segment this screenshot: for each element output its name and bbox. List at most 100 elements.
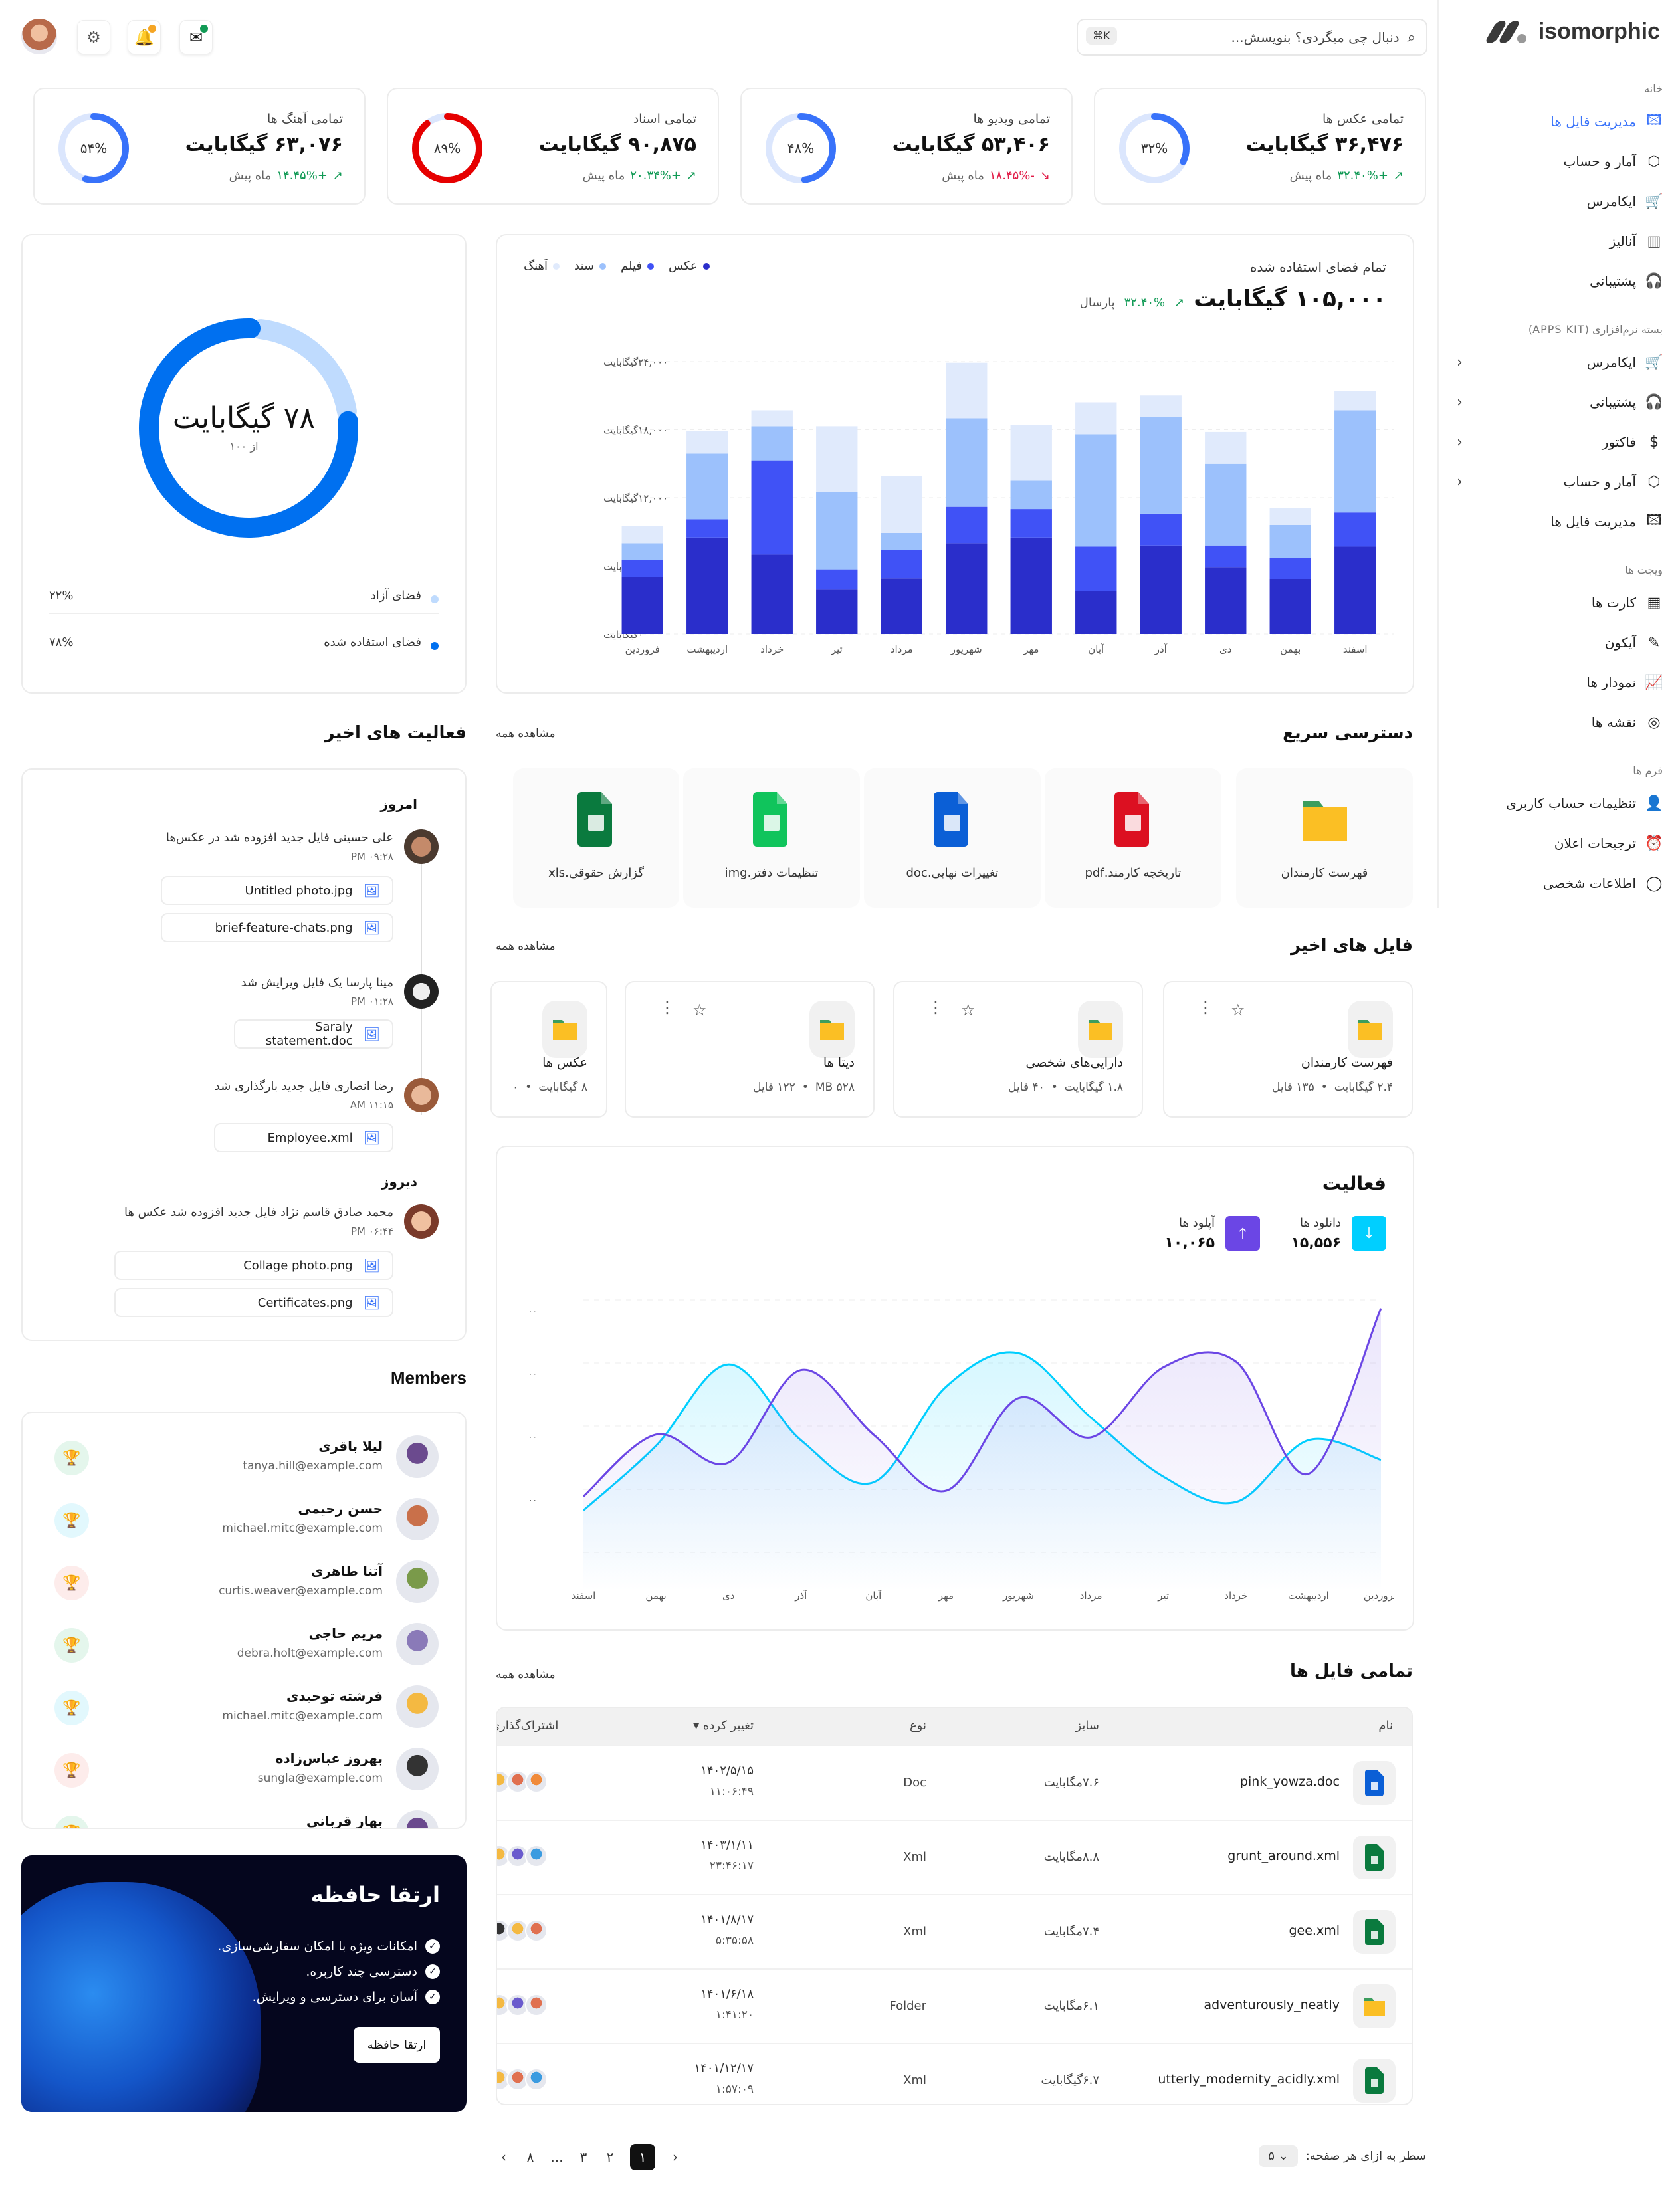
activity-file-chip[interactable]: 🖼 Certificates.png — [114, 1288, 393, 1317]
rows-per-page-select[interactable]: ۵ ⌄ — [1259, 2145, 1298, 2167]
legend-item[interactable]: آهنگ — [524, 259, 560, 273]
col-type[interactable]: نوع — [910, 1719, 926, 1732]
star-icon[interactable]: ☆ — [1231, 1001, 1245, 1019]
bar-segment-سند — [686, 453, 728, 520]
quick-access-item[interactable]: تاریخچه کارمند.pdf — [1045, 768, 1221, 908]
settings-button[interactable]: ⚙ — [77, 20, 110, 54]
legend-item[interactable]: عکس — [669, 259, 710, 273]
sidebar-item[interactable]: ◎ نقشه ها — [1450, 714, 1663, 731]
file-name[interactable]: utterly_modernity_acidly.xml — [1158, 2072, 1340, 2087]
next-page-icon[interactable]: › — [669, 2149, 682, 2165]
member-name: لیلا باقری — [318, 1438, 383, 1454]
shared-avatars[interactable] — [497, 1919, 548, 1942]
activity-file-chip[interactable]: 🖼 Untitled photo.jpg — [161, 876, 393, 905]
search-input[interactable]: ⌕ دنبال چی میگردی؟ بنویسش... ⌘K — [1077, 19, 1427, 56]
member-row[interactable]: بهروز عباس‌زاده sungla@example.com 🏆 — [49, 1748, 439, 1794]
shared-avatars[interactable] — [497, 1845, 548, 1867]
messages-button[interactable]: ✉ — [179, 20, 213, 54]
activity-file-chip[interactable]: 🖼 Collage photo.png — [114, 1251, 393, 1280]
x-tick-label: مرداد — [1080, 1590, 1102, 1602]
col-name[interactable]: نام — [1378, 1719, 1393, 1732]
recent-file-card[interactable]: عکس ها ۸ گیگابایت • ۰ — [490, 981, 607, 1118]
quick-access-item[interactable]: فهرست کارمندان — [1236, 768, 1413, 908]
table-row[interactable]: adventurously_neatly ۶.۱مگابایت Folder ۱۴۰۱… — [497, 1968, 1412, 2043]
activity-file-chip[interactable]: 🖼 brief-feature-chats.png — [161, 913, 393, 942]
sidebar-item[interactable]: ✎ آیکون — [1450, 634, 1663, 651]
page-button[interactable]: ... — [550, 2149, 564, 2165]
legend-item[interactable]: سند — [574, 259, 607, 273]
stat-change-suffix: ماه پیش — [582, 169, 625, 183]
folder-name: دیتا ها — [823, 1055, 855, 1070]
table-row[interactable]: utterly_modernity_acidly.xml ۶.۷گیگابایت X… — [497, 2043, 1412, 2104]
col-modified-sort[interactable]: تغییر کرده ▾ — [693, 1719, 754, 1732]
sidebar-item[interactable]: ⏰ ترجیحات اعلان — [1450, 835, 1663, 852]
sidebar-item[interactable]: ⬡ آمار و حساب ‹ — [1450, 473, 1663, 490]
more-vertical-icon[interactable]: ⋮ — [1198, 998, 1213, 1017]
user-avatar[interactable] — [21, 19, 57, 54]
legend-item[interactable]: فیلم — [621, 259, 654, 273]
brand-logo[interactable]: isomorphic — [1483, 19, 1660, 45]
member-row[interactable]: فرشته توحیدی michael.mitc@example.com 🏆 — [49, 1685, 439, 1732]
sheet-file-icon — [1353, 2059, 1396, 2103]
member-name: آتنا طاهری — [311, 1563, 383, 1579]
sidebar-item[interactable]: 🖾 مدیریت فایل ها — [1450, 512, 1663, 530]
member-row[interactable]: آتنا طاهری curtis.weaver@example.com 🏆 — [49, 1560, 439, 1607]
member-row[interactable]: مریم حاجی debra.holt@example.com 🏆 — [49, 1623, 439, 1669]
sidebar-item[interactable]: 🎧 پشتیبانی — [1450, 272, 1663, 290]
sidebar-item[interactable]: ⬡ آمار و حساب — [1450, 153, 1663, 170]
member-row[interactable]: لیلا باقری tanya.hill@example.com 🏆 — [49, 1435, 439, 1482]
stat-title: تمامی عکس ها — [1322, 112, 1404, 126]
sidebar-item[interactable]: $ فاکتور ‹ — [1450, 433, 1663, 451]
table-row[interactable]: gee.xml ۷.۴مگابایت Xml ۱۴۰۱/۸/۱۷ ۵:۳۵:۵۸ — [497, 1894, 1412, 1968]
shared-avatars[interactable] — [497, 2068, 548, 2091]
page-button[interactable]: ۲ — [603, 2149, 617, 2165]
quick-access-item[interactable]: گزارش حقوقی.xls — [513, 768, 679, 908]
sidebar-item[interactable]: ▥ آنالیز — [1450, 233, 1663, 250]
star-icon[interactable]: ☆ — [692, 1001, 707, 1019]
page-button[interactable]: ۳ — [577, 2149, 590, 2165]
sidebar-item[interactable]: 🛒 ایکامرس — [1450, 193, 1663, 210]
all-files-see-all[interactable]: مشاهده همه — [496, 1668, 556, 1681]
col-size[interactable]: سایز — [1075, 1719, 1099, 1732]
notifications-button[interactable]: 🔔 — [128, 20, 161, 54]
shared-avatars[interactable] — [497, 1770, 548, 1793]
recent-file-card[interactable]: فهرست کارمندان ۲.۴ گیگابایت • ۱۳۵ فایل ☆ ⋮ — [1163, 981, 1413, 1118]
recent-files-see-all[interactable]: مشاهده همه — [496, 940, 556, 953]
bar-segment-فیلم — [1269, 558, 1311, 579]
recent-file-card[interactable]: دیتا ها MB ۵۲۸ • ۱۲۲ فایل ☆ ⋮ — [625, 981, 875, 1118]
file-name[interactable]: grunt_around.xml — [1227, 1849, 1340, 1863]
member-row[interactable]: حسن رحیمی michael.mitc@example.com 🏆 — [49, 1498, 439, 1544]
activity-file-chip[interactable]: 🖼 Saraly statement.doc — [234, 1019, 393, 1049]
bar-segment-سند — [1269, 525, 1311, 558]
sidebar-item[interactable]: 🖾 مدیریت فایل ها — [1450, 112, 1663, 130]
sidebar-item[interactable]: ◯ اطلاعات شخصی — [1450, 875, 1663, 892]
col-shared[interactable]: اشتراک‌گذاری — [497, 1719, 558, 1732]
table-row[interactable]: pink_yowza.doc ۷.۶مگابایت Doc ۱۴۰۲/۵/۱۵ ۱۱:۰… — [497, 1745, 1412, 1820]
quick-access-item[interactable]: تنظیمات دفتر.img — [683, 768, 860, 908]
table-row[interactable]: grunt_around.xml ۸.۸مگابایت Xml ۱۴۰۳/۱/۱۱ ۲۳… — [497, 1820, 1412, 1894]
more-vertical-icon[interactable]: ⋮ — [659, 998, 675, 1017]
sidebar-item-label: ایکامرس — [1586, 354, 1636, 370]
sidebar-item[interactable]: 🎧 پشتیبانی ‹ — [1450, 393, 1663, 411]
page-button[interactable]: ۸ — [524, 2149, 537, 2165]
quick-access-see-all[interactable]: مشاهده همه — [496, 727, 556, 740]
file-name[interactable]: pink_yowza.doc — [1240, 1774, 1340, 1789]
recent-file-card[interactable]: دارایی‌های شخصی ۱.۸ گیگابایت • ۴۰ فایل ☆ ⋮ — [893, 981, 1143, 1118]
file-name[interactable]: adventurously_neatly — [1204, 1998, 1340, 2012]
modified-time: ۱۱:۰۶:۴۹ — [709, 1785, 754, 1798]
quick-access-item[interactable]: تغییرات نهایی.doc — [864, 768, 1041, 908]
sidebar-item[interactable]: 👤 تنظیمات حساب کاربری — [1450, 795, 1663, 812]
upgrade-button[interactable]: ارتقا حافظه — [354, 2027, 440, 2063]
page-current[interactable]: ۱ — [630, 2144, 655, 2170]
member-row[interactable]: بهار قربانی 🏆 — [49, 1810, 439, 1828]
upgrade-feature-text: آسان برای دسترسی و ویرایش. — [252, 1990, 417, 2004]
sidebar-item[interactable]: ▦ کارت ها — [1450, 594, 1663, 611]
sidebar-item[interactable]: 🛒 ایکامرس ‹ — [1450, 354, 1663, 371]
star-icon[interactable]: ☆ — [961, 1001, 976, 1019]
more-vertical-icon[interactable]: ⋮ — [928, 998, 944, 1017]
shared-avatars[interactable] — [497, 1994, 548, 2016]
prev-page-icon[interactable]: ‹ — [497, 2149, 510, 2165]
file-name[interactable]: gee.xml — [1289, 1923, 1340, 1938]
activity-file-chip[interactable]: 🖼 Employee.xml — [214, 1123, 393, 1152]
sidebar-item[interactable]: 📈 نمودار ها — [1450, 674, 1663, 691]
